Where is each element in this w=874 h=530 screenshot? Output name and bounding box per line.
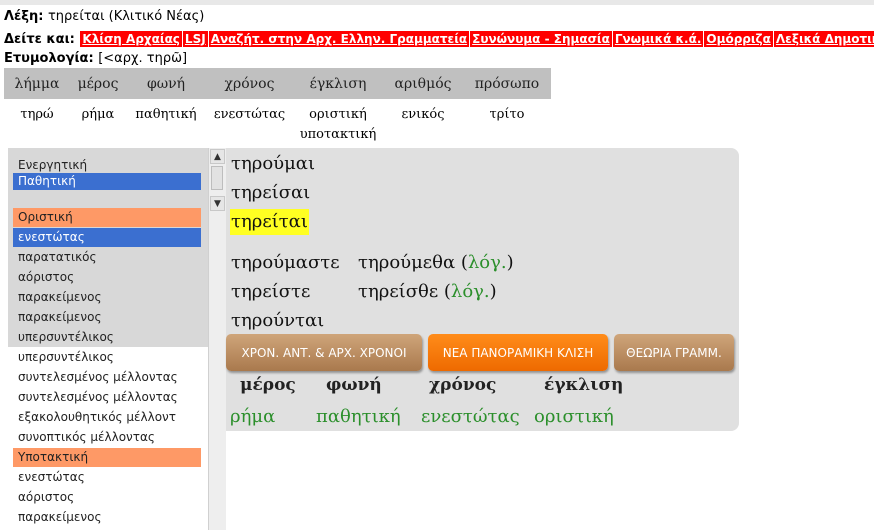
cell-part: ρήμα (81, 107, 115, 122)
form-3pl: τηρούνται (231, 310, 325, 331)
tense-item[interactable]: υπερσυντέλικος (13, 328, 201, 347)
voice-passive[interactable]: Παθητική (13, 173, 201, 190)
summary-value-voice: παθητική (316, 406, 401, 427)
form-1pl-alt-text: τηρούμεθα (358, 252, 456, 273)
mood-indicative[interactable]: Οριστική (13, 208, 201, 227)
conjugation-selector-panel: Ενεργητική Παθητική Οριστική ενεστώτας π… (8, 148, 208, 530)
form-2sg: τηρείσαι (231, 182, 311, 203)
col-header-tense: χρόνος (206, 68, 293, 99)
word-value: τηρείται (Κλιτικό Νέας) (47, 9, 205, 24)
etymology-label: Ετυμολογία: (4, 51, 94, 66)
cell-voice: παθητική (135, 107, 197, 122)
tense-item[interactable]: αόριστος (13, 268, 201, 287)
link-lexika-dimotikou[interactable]: Λεξικά Δημοτικού (773, 31, 874, 47)
button-theoria-gramm[interactable]: ΘΕΩΡΙΑ ΓΡΑΜΜ. (614, 334, 734, 371)
link-anazitisi[interactable]: Αναζήτ. στην Αρχ. Ελλην. Γραμματεία (208, 31, 470, 47)
scroll-up-icon[interactable]: ▲ (210, 149, 225, 164)
tense-item[interactable]: υπερσυντέλικος (13, 348, 201, 367)
form-1pl-alt: τηρούμεθα (λόγ.) (358, 252, 514, 273)
summary-header-mood: έγκλιση (544, 375, 624, 395)
tense-item[interactable]: συντελεσμένος μέλλοντας (13, 388, 201, 407)
button-nea-panoramiki[interactable]: ΝΕΑ ΠΑΝΟΡΑΜΙΚΗ ΚΛΙΣΗ (428, 334, 608, 371)
cell-person: τρίτο (489, 107, 525, 122)
link-lsj[interactable]: LSJ (182, 31, 208, 47)
col-header-mood: έγκλιση (293, 68, 383, 99)
learned-note: λόγ. (450, 281, 490, 302)
link-klisi-archaias[interactable]: Κλίση Αρχαίας (80, 31, 182, 47)
summary-value-part: ρήμα (230, 406, 276, 427)
etymology-value: [<αρχ. τηρῶ] (98, 51, 188, 66)
summary-value-tense: ενεστώτας (421, 406, 520, 427)
summary-value-mood: οριστική (534, 406, 614, 427)
learned-note: λόγ. (467, 252, 507, 273)
cell-tense: ενεστώτας (213, 107, 286, 122)
tense-item[interactable]: συνοπτικός μέλλοντας (13, 428, 201, 447)
tense-item[interactable]: αόριστος (13, 488, 201, 507)
tense-item[interactable]: παρατατικός (13, 248, 201, 267)
scroll-thumb[interactable] (211, 166, 223, 190)
tense-item[interactable]: παρακείμενος (13, 288, 201, 307)
cell-mood: οριστική υποτακτική (293, 99, 383, 146)
word-line: Λέξη: τηρείται (Κλιτικό Νέας) (4, 9, 204, 24)
summary-header-tense: χρόνος (429, 375, 497, 395)
form-2pl-alt-text: τηρείσθε (358, 281, 439, 302)
morphology-header-row: λήμμα μέρος φωνή χρόνος έγκλιση αριθμός … (4, 68, 551, 99)
cell-mood-text: οριστική υποτακτική (299, 107, 377, 142)
col-header-number: αριθμός (383, 68, 463, 99)
panel-scrollbar[interactable]: ▲ ▼ (208, 148, 226, 530)
top-border (0, 0, 874, 5)
cell-number: ενικός (401, 107, 445, 122)
cell-lemma: τηρώ (20, 107, 54, 122)
link-gnomika[interactable]: Γνωμικά κ.ά. (612, 31, 704, 47)
tense-item[interactable]: συντελεσμένος μέλλοντας (13, 368, 201, 387)
form-2pl: τηρείστε (231, 281, 311, 302)
tense-item[interactable]: παρακείμενος (13, 508, 201, 527)
form-1sg: τηρούμαι (231, 153, 316, 174)
summary-header-voice: φωνή (326, 375, 382, 395)
word-label: Λέξη: (4, 9, 44, 24)
see-also-label: Δείτε και: (4, 32, 75, 47)
mood-subjunctive[interactable]: Υποτακτική (13, 448, 201, 467)
button-chron-ant-arch[interactable]: ΧΡΟΝ. ΑΝΤ. & ΑΡΧ. ΧΡΟΝΟΙ (226, 334, 422, 371)
link-synonyma[interactable]: Συνώνυμα - Σημασία (470, 31, 612, 47)
tense-item[interactable]: εξακολουθητικός μέλλοντ (13, 408, 201, 427)
col-header-voice: φωνή (126, 68, 206, 99)
summary-header-part: μέρος (240, 375, 296, 395)
tense-item[interactable]: ενεστώτας (13, 468, 201, 487)
morphology-value-row: τηρώ ρήμα παθητική ενεστώτας οριστική υπ… (4, 99, 551, 146)
etymology-line: Ετυμολογία: [<αρχ. τηρῶ] (4, 51, 187, 66)
col-header-person: πρόσωπο (463, 68, 551, 99)
form-3sg-highlighted: τηρείται (230, 209, 309, 235)
morphology-table: λήμμα μέρος φωνή χρόνος έγκλιση αριθμός … (4, 68, 551, 146)
see-also-line: Δείτε και: Κλίση Αρχαίας LSJ Αναζήτ. στην … (4, 31, 874, 47)
col-header-lemma: λήμμα (4, 68, 70, 99)
form-2pl-alt: τηρείσθε (λόγ.) (358, 281, 497, 302)
link-omorriza[interactable]: Ομόρριζα (704, 31, 773, 47)
conjugation-box: τηρούμαι τηρείσαι τηρείται τηρούμαστε τη… (226, 148, 739, 431)
tense-item[interactable]: ενεστώτας (13, 228, 201, 247)
tense-item[interactable]: παρακείμενος (13, 308, 201, 327)
scroll-down-icon[interactable]: ▼ (210, 196, 225, 211)
form-1pl: τηρούμαστε (231, 252, 340, 273)
col-header-part: μέρος (70, 68, 126, 99)
